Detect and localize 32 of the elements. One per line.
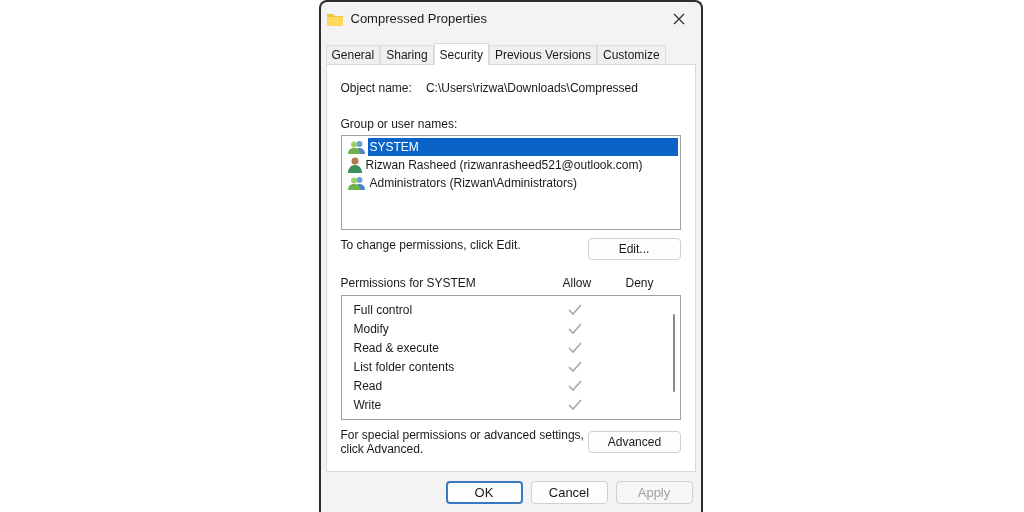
scrollbar-thumb[interactable] xyxy=(672,314,675,392)
permission-name: Read & execute xyxy=(353,339,440,357)
field-label: Object name: xyxy=(340,80,412,97)
hint-text: For special permissions or advanced settings, click Advanced. xyxy=(340,428,585,456)
dialog-button[interactable]: OK xyxy=(445,481,523,504)
object-name-value: C:\Users\rizwa\Downloads\Compressed xyxy=(425,80,638,97)
tab[interactable]: Sharing xyxy=(380,45,434,64)
edit-button[interactable]: Edit... xyxy=(587,238,681,260)
user-list-item[interactable]: Rizwan Rasheed (rizwanrasheed521@outlook.com) xyxy=(343,156,678,174)
permission-name: Write xyxy=(353,396,383,414)
user-list-item[interactable]: Administrators (Rizwan\Administrators) xyxy=(343,174,678,192)
user-group-icon xyxy=(347,139,366,155)
hint-text: To change permissions, click Edit. xyxy=(340,237,521,254)
section-label: Group or user names: xyxy=(340,116,459,133)
user-icon xyxy=(347,157,362,173)
tab[interactable]: Previous Versions xyxy=(488,45,597,64)
folder-icon xyxy=(326,12,343,26)
tab[interactable]: Security xyxy=(433,43,489,65)
user-group-icon xyxy=(347,175,366,191)
permission-name: Modify xyxy=(353,320,390,338)
dialog-button[interactable]: Cancel xyxy=(530,481,608,504)
permission-name: Read xyxy=(353,377,384,395)
tab[interactable]: Customize xyxy=(597,45,666,64)
close-icon xyxy=(672,13,685,25)
column-header: Allow xyxy=(562,275,593,292)
window-title: Compressed Properties xyxy=(350,10,489,29)
permission-name: Full control xyxy=(353,301,414,319)
section-label: Permissions for SYSTEM xyxy=(340,275,477,292)
advanced-button[interactable]: Advanced xyxy=(588,431,681,453)
column-header: Deny xyxy=(625,275,654,292)
tab[interactable]: General xyxy=(325,45,381,64)
permission-name: List folder contents xyxy=(353,358,456,376)
